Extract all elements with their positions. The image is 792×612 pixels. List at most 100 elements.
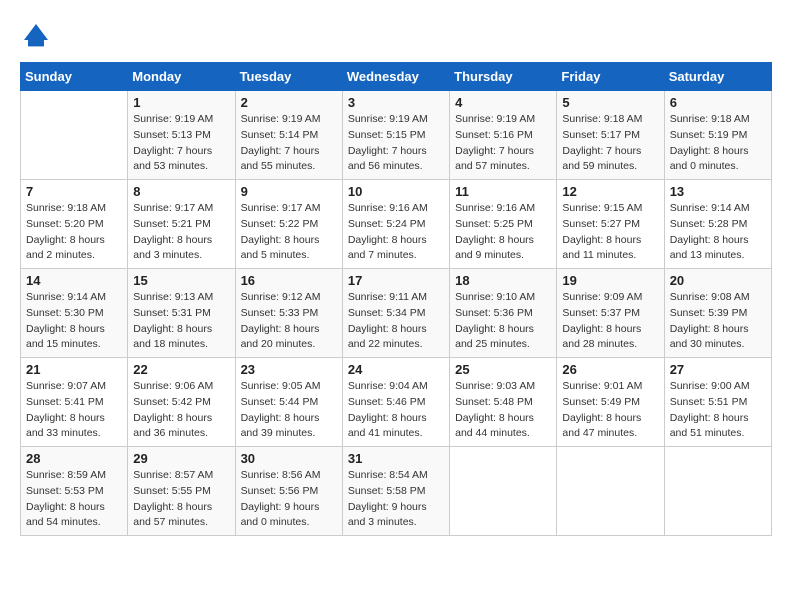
weekday-header: Monday <box>128 63 235 91</box>
day-info: Sunrise: 9:03 AMSunset: 5:48 PMDaylight:… <box>455 379 551 442</box>
calendar-cell: 13 Sunrise: 9:14 AMSunset: 5:28 PMDayligh… <box>664 180 771 269</box>
day-info: Sunrise: 9:16 AMSunset: 5:25 PMDaylight:… <box>455 201 551 264</box>
calendar-cell: 17 Sunrise: 9:11 AMSunset: 5:34 PMDayligh… <box>342 269 449 358</box>
day-number: 16 <box>241 273 337 288</box>
day-info: Sunrise: 9:14 AMSunset: 5:28 PMDaylight:… <box>670 201 766 264</box>
weekday-header: Sunday <box>21 63 128 91</box>
calendar-cell: 28 Sunrise: 8:59 AMSunset: 5:53 PMDayligh… <box>21 447 128 536</box>
logo <box>20 20 58 52</box>
day-number: 8 <box>133 184 229 199</box>
day-number: 1 <box>133 95 229 110</box>
calendar-cell: 19 Sunrise: 9:09 AMSunset: 5:37 PMDayligh… <box>557 269 664 358</box>
day-number: 13 <box>670 184 766 199</box>
day-number: 2 <box>241 95 337 110</box>
day-number: 10 <box>348 184 444 199</box>
day-number: 15 <box>133 273 229 288</box>
day-info: Sunrise: 9:06 AMSunset: 5:42 PMDaylight:… <box>133 379 229 442</box>
day-number: 7 <box>26 184 122 199</box>
calendar-cell: 26 Sunrise: 9:01 AMSunset: 5:49 PMDayligh… <box>557 358 664 447</box>
calendar-cell <box>21 91 128 180</box>
calendar-cell: 1 Sunrise: 9:19 AMSunset: 5:13 PMDaylight… <box>128 91 235 180</box>
calendar-cell: 31 Sunrise: 8:54 AMSunset: 5:58 PMDayligh… <box>342 447 449 536</box>
day-number: 12 <box>562 184 658 199</box>
calendar-week-row: 28 Sunrise: 8:59 AMSunset: 5:53 PMDayligh… <box>21 447 772 536</box>
day-info: Sunrise: 9:19 AMSunset: 5:15 PMDaylight:… <box>348 112 444 175</box>
day-number: 26 <box>562 362 658 377</box>
weekday-header: Saturday <box>664 63 771 91</box>
day-info: Sunrise: 9:18 AMSunset: 5:20 PMDaylight:… <box>26 201 122 264</box>
calendar-week-row: 1 Sunrise: 9:19 AMSunset: 5:13 PMDaylight… <box>21 91 772 180</box>
day-info: Sunrise: 8:59 AMSunset: 5:53 PMDaylight:… <box>26 468 122 531</box>
day-number: 28 <box>26 451 122 466</box>
calendar-cell: 7 Sunrise: 9:18 AMSunset: 5:20 PMDaylight… <box>21 180 128 269</box>
calendar-cell: 5Sunrise: 9:18 AMSunset: 5:17 PMDaylight… <box>557 91 664 180</box>
calendar-cell: 4 Sunrise: 9:19 AMSunset: 5:16 PMDaylight… <box>450 91 557 180</box>
day-info: Sunrise: 9:10 AMSunset: 5:36 PMDaylight:… <box>455 290 551 353</box>
calendar-week-row: 14Sunrise: 9:14 AMSunset: 5:30 PMDayligh… <box>21 269 772 358</box>
day-info: Sunrise: 8:56 AMSunset: 5:56 PMDaylight:… <box>241 468 337 531</box>
day-number: 9 <box>241 184 337 199</box>
page-header <box>20 20 772 52</box>
day-info: Sunrise: 9:07 AMSunset: 5:41 PMDaylight:… <box>26 379 122 442</box>
calendar-cell: 11 Sunrise: 9:16 AMSunset: 5:25 PMDayligh… <box>450 180 557 269</box>
weekday-header: Wednesday <box>342 63 449 91</box>
day-info: Sunrise: 9:15 AMSunset: 5:27 PMDaylight:… <box>562 201 658 264</box>
day-info: Sunrise: 9:00 AMSunset: 5:51 PMDaylight:… <box>670 379 766 442</box>
day-info: Sunrise: 8:57 AMSunset: 5:55 PMDaylight:… <box>133 468 229 531</box>
calendar-cell <box>664 447 771 536</box>
calendar-cell: 24 Sunrise: 9:04 AMSunset: 5:46 PMDayligh… <box>342 358 449 447</box>
day-number: 24 <box>348 362 444 377</box>
day-number: 4 <box>455 95 551 110</box>
calendar-week-row: 7 Sunrise: 9:18 AMSunset: 5:20 PMDaylight… <box>21 180 772 269</box>
day-info: Sunrise: 9:18 AMSunset: 5:19 PMDaylight:… <box>670 112 766 175</box>
calendar-cell: 8Sunrise: 9:17 AMSunset: 5:21 PMDaylight… <box>128 180 235 269</box>
calendar-cell: 20 Sunrise: 9:08 AMSunset: 5:39 PMDayligh… <box>664 269 771 358</box>
day-info: Sunrise: 9:17 AMSunset: 5:22 PMDaylight:… <box>241 201 337 264</box>
calendar-cell: 16 Sunrise: 9:12 AMSunset: 5:33 PMDayligh… <box>235 269 342 358</box>
day-number: 11 <box>455 184 551 199</box>
calendar-cell <box>557 447 664 536</box>
logo-icon <box>20 20 52 52</box>
weekday-header: Tuesday <box>235 63 342 91</box>
calendar-cell: 22 Sunrise: 9:06 AMSunset: 5:42 PMDayligh… <box>128 358 235 447</box>
day-number: 6 <box>670 95 766 110</box>
calendar-week-row: 21 Sunrise: 9:07 AMSunset: 5:41 PMDayligh… <box>21 358 772 447</box>
day-info: Sunrise: 9:19 AMSunset: 5:16 PMDaylight:… <box>455 112 551 175</box>
day-info: Sunrise: 9:19 AMSunset: 5:13 PMDaylight:… <box>133 112 229 175</box>
calendar-cell <box>450 447 557 536</box>
day-number: 31 <box>348 451 444 466</box>
calendar-cell: 2 Sunrise: 9:19 AMSunset: 5:14 PMDaylight… <box>235 91 342 180</box>
day-number: 22 <box>133 362 229 377</box>
day-number: 18 <box>455 273 551 288</box>
calendar-cell: 18 Sunrise: 9:10 AMSunset: 5:36 PMDayligh… <box>450 269 557 358</box>
calendar-cell: 9 Sunrise: 9:17 AMSunset: 5:22 PMDaylight… <box>235 180 342 269</box>
calendar-cell: 27 Sunrise: 9:00 AMSunset: 5:51 PMDayligh… <box>664 358 771 447</box>
day-info: Sunrise: 9:04 AMSunset: 5:46 PMDaylight:… <box>348 379 444 442</box>
calendar-cell: 21 Sunrise: 9:07 AMSunset: 5:41 PMDayligh… <box>21 358 128 447</box>
day-info: Sunrise: 8:54 AMSunset: 5:58 PMDaylight:… <box>348 468 444 531</box>
day-info: Sunrise: 9:09 AMSunset: 5:37 PMDaylight:… <box>562 290 658 353</box>
day-number: 23 <box>241 362 337 377</box>
weekday-header: Thursday <box>450 63 557 91</box>
day-info: Sunrise: 9:01 AMSunset: 5:49 PMDaylight:… <box>562 379 658 442</box>
calendar-cell: 10Sunrise: 9:16 AMSunset: 5:24 PMDayligh… <box>342 180 449 269</box>
calendar-cell: 3 Sunrise: 9:19 AMSunset: 5:15 PMDaylight… <box>342 91 449 180</box>
day-info: Sunrise: 9:11 AMSunset: 5:34 PMDaylight:… <box>348 290 444 353</box>
day-number: 27 <box>670 362 766 377</box>
day-info: Sunrise: 9:12 AMSunset: 5:33 PMDaylight:… <box>241 290 337 353</box>
weekday-header-row: SundayMondayTuesdayWednesdayThursdayFrid… <box>21 63 772 91</box>
day-number: 30 <box>241 451 337 466</box>
day-number: 3 <box>348 95 444 110</box>
day-number: 29 <box>133 451 229 466</box>
day-number: 20 <box>670 273 766 288</box>
calendar-cell: 30 Sunrise: 8:56 AMSunset: 5:56 PMDayligh… <box>235 447 342 536</box>
day-number: 21 <box>26 362 122 377</box>
day-info: Sunrise: 9:18 AMSunset: 5:17 PMDaylight:… <box>562 112 658 175</box>
calendar-cell: 14Sunrise: 9:14 AMSunset: 5:30 PMDayligh… <box>21 269 128 358</box>
day-number: 17 <box>348 273 444 288</box>
day-info: Sunrise: 9:08 AMSunset: 5:39 PMDaylight:… <box>670 290 766 353</box>
day-number: 19 <box>562 273 658 288</box>
calendar-cell: 25Sunrise: 9:03 AMSunset: 5:48 PMDayligh… <box>450 358 557 447</box>
day-info: Sunrise: 9:19 AMSunset: 5:14 PMDaylight:… <box>241 112 337 175</box>
weekday-header: Friday <box>557 63 664 91</box>
